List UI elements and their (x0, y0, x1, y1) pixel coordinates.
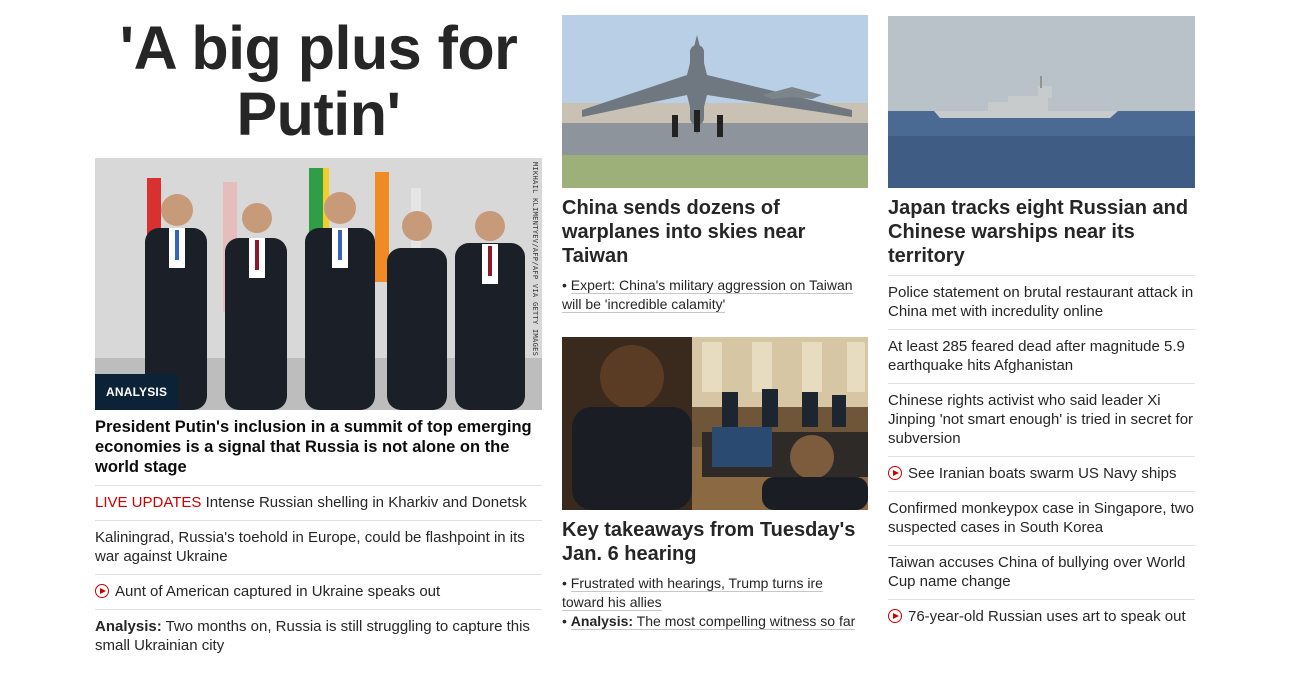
list-item-live-updates[interactable]: LIVE UPDATES Intense Russian shelling in… (95, 486, 542, 521)
play-icon (95, 584, 109, 598)
jan6-hearing-photo (562, 337, 868, 510)
list-item-rights-activist[interactable]: Chinese rights activist who said leader … (888, 384, 1195, 457)
play-icon (888, 466, 902, 480)
list-item-russian-art-video[interactable]: 76-year-old Russian uses art to speak ou… (888, 600, 1195, 634)
image-credit: MIKHAIL KLIMENTYEV/AFP/AFP VIA GETTY IMA… (531, 162, 539, 357)
list-item-text: Confirmed monkeypox case in Singapore, t… (888, 500, 1194, 536)
list-item-text: Taiwan accuses China of bullying over Wo… (888, 554, 1186, 590)
list-item-world-cup[interactable]: Taiwan accuses China of bullying over Wo… (888, 546, 1195, 600)
list-item-text: At least 285 feared dead after magnitude… (888, 338, 1185, 374)
live-updates-label: LIVE UPDATES (95, 494, 202, 511)
list-item-earthquake[interactable]: At least 285 feared dead after magnitude… (888, 330, 1195, 384)
right-column: Japan tracks eight Russian and Chinese w… (888, 16, 1195, 634)
col3-list: Police statement on brutal restaurant at… (888, 275, 1195, 634)
list-item-text: 76-year-old Russian uses art to speak ou… (908, 608, 1186, 625)
list-item-monkeypox[interactable]: Confirmed monkeypox case in Singapore, t… (888, 492, 1195, 546)
warship-photo (888, 16, 1195, 188)
lead-summary[interactable]: President Putin's inclusion in a summit … (95, 417, 542, 486)
japan-warships-headline[interactable]: Japan tracks eight Russian and Chinese w… (888, 196, 1195, 268)
sublink-trump[interactable]: • Frustrated with hearings, Trump turns … (562, 574, 868, 612)
jan6-headline[interactable]: Key takeaways from Tuesday's Jan. 6 hear… (562, 518, 868, 566)
lead-column: 'A big plus for Putin' MIKHAIL KLIMENTYE… (95, 0, 542, 663)
col1-list: LIVE UPDATES Intense Russian shelling in… (95, 486, 542, 663)
sublink-text: Frustrated with hearings, Trump turns ir… (562, 575, 823, 611)
list-item-police-statement[interactable]: Police statement on brutal restaurant at… (888, 276, 1195, 330)
list-item-kaliningrad[interactable]: Kaliningrad, Russia's toehold in Europe,… (95, 521, 542, 575)
middle-column: China sends dozens of warplanes into ski… (562, 15, 868, 631)
list-item-text: Chinese rights activist who said leader … (888, 392, 1194, 447)
sublink-text: The most compelling witness so far (633, 613, 856, 629)
hearing-image[interactable] (562, 337, 868, 510)
list-item-text: See Iranian boats swarm US Navy ships (908, 465, 1177, 482)
list-item-text: Police statement on brutal restaurant at… (888, 284, 1194, 320)
china-warplanes-headline[interactable]: China sends dozens of warplanes into ski… (562, 196, 868, 268)
warship-image[interactable] (888, 16, 1195, 188)
play-icon (888, 609, 902, 623)
warplanes-image[interactable] (562, 15, 868, 188)
lead-headline[interactable]: 'A big plus for Putin' (95, 15, 542, 158)
analysis-label: Analysis: (95, 618, 162, 635)
analysis-badge: ANALYSIS (95, 374, 179, 410)
warplanes-photo (562, 15, 868, 188)
sublink-expert[interactable]: • Expert: China's military aggression on… (562, 276, 868, 314)
leaders-handshake-photo (95, 158, 542, 410)
list-item-iranian-boats-video[interactable]: See Iranian boats swarm US Navy ships (888, 457, 1195, 492)
list-item-aunt-video[interactable]: Aunt of American captured in Ukraine spe… (95, 575, 542, 610)
list-item-analysis[interactable]: Analysis: Two months on, Russia is still… (95, 610, 542, 663)
sublink-text: Expert: China's military aggression on T… (562, 277, 853, 313)
sublink-analysis[interactable]: • Analysis: The most compelling witness … (562, 612, 868, 631)
lead-headline-link[interactable]: 'A big plus for Putin' (120, 14, 518, 148)
list-item-text: Intense Russian shelling in Kharkiv and … (201, 494, 527, 511)
list-item-text: Kaliningrad, Russia's toehold in Europe,… (95, 529, 525, 565)
lead-image[interactable]: MIKHAIL KLIMENTYEV/AFP/AFP VIA GETTY IMA… (95, 158, 542, 410)
list-item-text: Aunt of American captured in Ukraine spe… (115, 583, 441, 600)
analysis-label: Analysis: (570, 613, 634, 629)
